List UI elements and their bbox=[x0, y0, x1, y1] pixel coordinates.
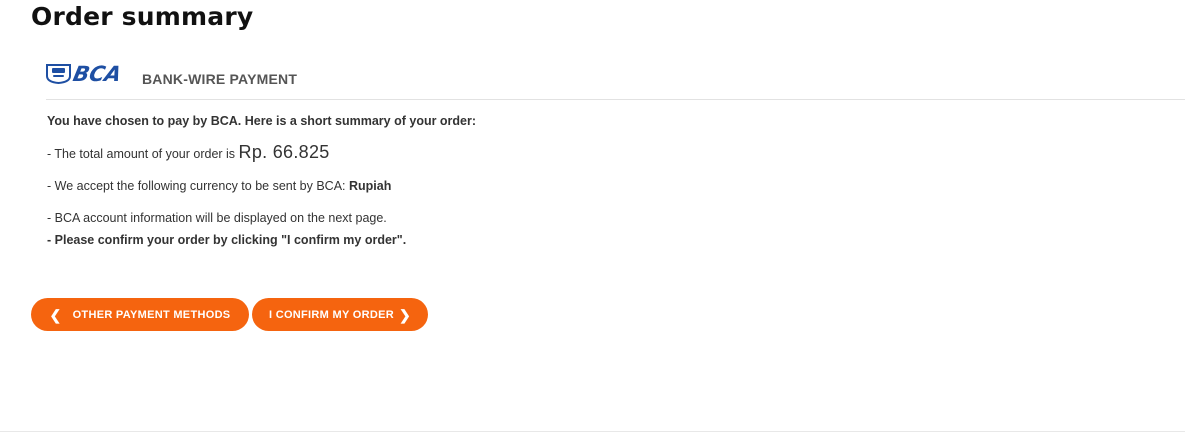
confirm-order-button[interactable]: I CONFIRM MY ORDER ❯ bbox=[252, 298, 428, 331]
page-title: Order summary bbox=[31, 2, 254, 31]
payment-summary-card: BCA BANK-WIRE PAYMENT bbox=[31, 58, 1185, 100]
currency-value: Rupiah bbox=[349, 179, 392, 193]
confirm-note-prefix: - bbox=[47, 233, 55, 247]
confirm-order-label: I CONFIRM MY ORDER bbox=[268, 308, 394, 321]
chevron-left-icon: ❮ bbox=[49, 306, 62, 323]
payment-method-title: BANK-WIRE PAYMENT bbox=[142, 71, 298, 87]
total-amount-line: - The total amount of your order is Rp. … bbox=[47, 142, 330, 163]
bca-logo-icon: BCA bbox=[46, 62, 124, 84]
total-amount-value: Rp. 66.825 bbox=[238, 142, 330, 162]
confirm-note: Please confirm your order by clicking "I… bbox=[54, 233, 407, 247]
bca-logo-text: BCA bbox=[71, 62, 124, 84]
chevron-right-icon: ❯ bbox=[398, 306, 411, 323]
total-amount-label: - The total amount of your order is bbox=[47, 147, 239, 161]
confirm-note-line: - Please confirm your order by clicking … bbox=[47, 233, 406, 247]
footer-divider bbox=[0, 431, 1185, 432]
bca-logo: BCA bbox=[46, 62, 128, 86]
currency-line: - We accept the following currency to be… bbox=[47, 179, 391, 193]
other-payment-methods-label: OTHER PAYMENT METHODS bbox=[72, 308, 231, 321]
summary-intro: You have chosen to pay by BCA. Here is a… bbox=[47, 114, 477, 128]
payment-header: BCA BANK-WIRE PAYMENT bbox=[46, 58, 1185, 100]
currency-label: - We accept the following currency to be… bbox=[47, 179, 349, 193]
other-payment-methods-button[interactable]: ❮ OTHER PAYMENT METHODS bbox=[31, 298, 249, 331]
account-info-line: - BCA account information will be displa… bbox=[47, 211, 387, 225]
